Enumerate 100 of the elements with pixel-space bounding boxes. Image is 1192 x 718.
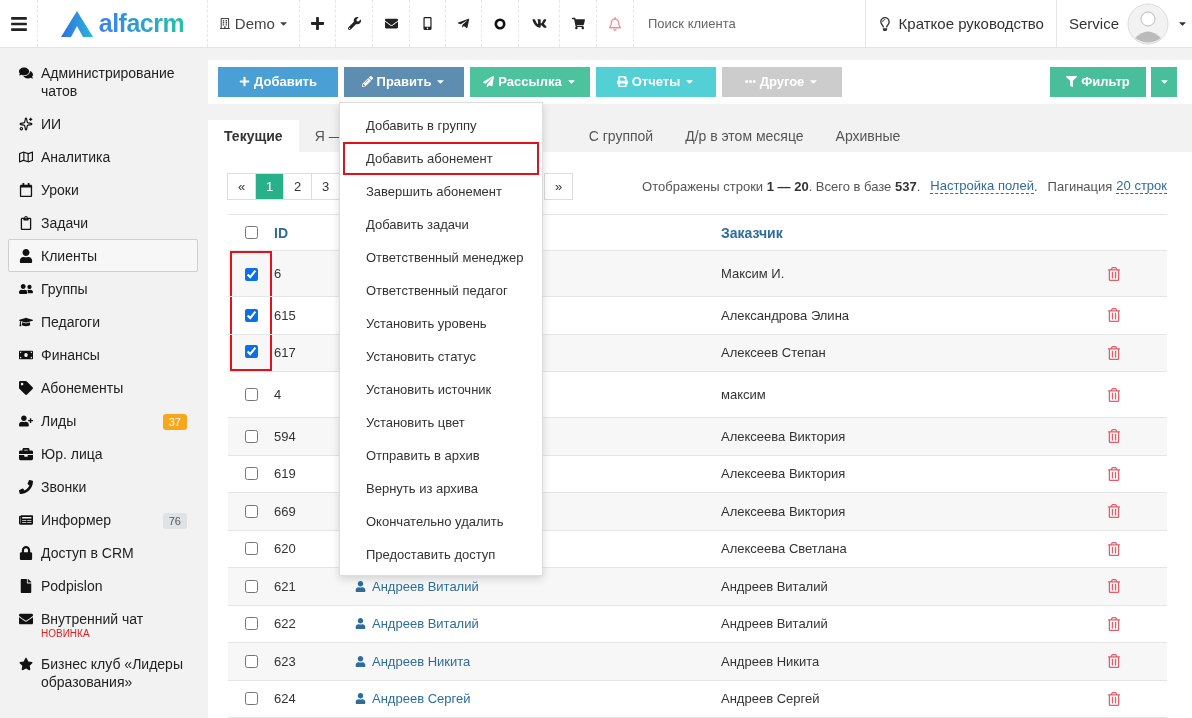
page-button[interactable]: » <box>544 172 573 200</box>
delete-button[interactable] <box>1107 308 1121 323</box>
menu-item[interactable]: Установить цвет <box>343 406 539 439</box>
sidebar-label: Педагоги <box>41 313 101 331</box>
sidebar-label: ИИ <box>41 115 63 133</box>
client-name-link[interactable]: Андреев Никита <box>355 653 471 669</box>
menu-item[interactable]: Установить уровень <box>343 307 539 340</box>
tab[interactable]: С группой <box>572 119 670 152</box>
delete-button[interactable] <box>1107 466 1121 481</box>
sidebar-item[interactable]: Клиенты <box>8 239 198 272</box>
delete-button[interactable] <box>1107 387 1121 402</box>
menu-item[interactable]: Окончательно удалить <box>343 505 539 538</box>
row-checkbox[interactable] <box>244 388 258 401</box>
column-header[interactable]: ID <box>274 224 288 241</box>
tab[interactable]: Текущие <box>208 119 299 152</box>
menu-item[interactable]: Ответственный педагог <box>343 274 539 307</box>
trash-icon <box>1107 387 1121 402</box>
sidebar-item[interactable]: Финансы <box>8 338 198 371</box>
delete-button[interactable] <box>1107 654 1121 669</box>
row-checkbox[interactable] <box>244 504 258 518</box>
customer-cell: Алексеева Виктория <box>721 428 846 444</box>
sidebar-item[interactable]: Задачи <box>8 206 198 239</box>
tab[interactable]: Д/р в этом месяце <box>669 119 820 152</box>
id-cell: 669 <box>274 503 296 519</box>
select-all-checkbox[interactable] <box>244 226 258 239</box>
menu-item-icon <box>19 379 35 397</box>
rows-per-page-link[interactable]: 20 строк <box>1116 178 1167 194</box>
count-badge: 37 <box>162 414 187 430</box>
customer-cell: Александрова Элина <box>721 307 850 323</box>
sidebar-item[interactable]: Администрирование чатов <box>8 56 198 107</box>
delete-button[interactable] <box>1107 541 1121 556</box>
sidebar-item[interactable]: Педагоги <box>8 305 198 338</box>
page-button[interactable]: 3 <box>311 172 340 200</box>
row-checkbox[interactable] <box>244 308 258 322</box>
delete-button[interactable] <box>1107 691 1121 706</box>
row-checkbox[interactable] <box>244 268 258 281</box>
user-menu[interactable]: Service <box>1056 0 1192 47</box>
row-checkbox[interactable] <box>244 542 258 556</box>
row-checkbox[interactable] <box>244 467 258 481</box>
sidebar-item[interactable]: Абонементы <box>8 371 198 404</box>
sidebar-item[interactable]: Podpislon <box>8 569 198 602</box>
menu-item[interactable]: Отправить в архив <box>343 439 539 472</box>
bell-icon <box>608 16 622 31</box>
row-checkbox[interactable] <box>244 345 258 359</box>
menu-item[interactable]: Установить статус <box>343 340 539 373</box>
sidebar-item[interactable]: Бизнес клуб «Лидеры образования» <box>8 647 198 698</box>
sidebar-item[interactable]: ИИ <box>8 107 198 140</box>
delete-button[interactable] <box>1107 616 1121 631</box>
menu-item[interactable]: Добавить в группу <box>343 109 539 142</box>
wrench-icon <box>347 17 361 30</box>
count-badge: 76 <box>162 513 187 529</box>
delete-button[interactable] <box>1107 579 1121 594</box>
filter-options-button[interactable] <box>1151 66 1177 97</box>
field-settings-link[interactable]: Настройка полей <box>930 178 1034 194</box>
row-checkbox[interactable] <box>244 692 258 706</box>
delete-button[interactable] <box>1107 266 1121 281</box>
sidebar-label: Задачи <box>41 214 89 232</box>
client-name-link[interactable]: Андреев Виталий <box>355 578 479 594</box>
menu-item[interactable]: Завершить абонемент <box>343 175 539 208</box>
tab[interactable]: Архивные <box>819 119 917 152</box>
row-checkbox[interactable] <box>244 429 258 443</box>
row-checkbox[interactable] <box>244 579 258 593</box>
menu-item-icon <box>19 115 35 133</box>
row-checkbox[interactable] <box>244 617 258 631</box>
menu-item[interactable]: Добавить задачи <box>343 208 539 241</box>
sidebar-item[interactable]: Звонки <box>8 470 198 503</box>
sidebar-item[interactable]: Юр. лица <box>8 437 198 470</box>
edit-button[interactable]: Править <box>344 66 464 97</box>
page-button[interactable]: « <box>227 172 256 200</box>
sidebar-item[interactable]: Аналитика <box>8 140 198 173</box>
menu-item[interactable]: Установить источник <box>343 373 539 406</box>
guide-link[interactable]: Краткое руководство <box>865 0 1057 47</box>
menu-item[interactable]: Вернуть из архива <box>343 472 539 505</box>
sidebar-item[interactable]: Лиды 37 <box>8 404 198 437</box>
sidebar-item[interactable]: Информер 76 <box>8 503 198 536</box>
new-label: НОВИНКА <box>41 628 91 640</box>
sidebar-item[interactable]: Уроки <box>8 173 198 206</box>
menu-item-icon <box>19 247 35 265</box>
client-name-link[interactable]: Андреев Сергей <box>355 691 471 707</box>
delete-button[interactable] <box>1107 345 1121 360</box>
client-name-link[interactable]: Андреев Виталий <box>355 616 479 632</box>
delete-button[interactable] <box>1107 504 1121 519</box>
delete-button[interactable] <box>1107 429 1121 444</box>
column-header[interactable]: Заказчик <box>721 224 783 241</box>
menu-item-icon <box>19 181 35 199</box>
trash-icon <box>1107 541 1121 556</box>
customer-cell: Алексеева Светлана <box>721 541 847 557</box>
sidebar-label: Бизнес клуб «Лидеры образования» <box>41 655 184 691</box>
menu-item[interactable]: Ответственный менеджер <box>343 241 539 274</box>
menu-item[interactable]: Предоставить доступ <box>343 538 539 571</box>
account-dropdown[interactable]: Demo <box>208 0 300 47</box>
envelope-icon <box>384 17 398 30</box>
period-text: . <box>1033 178 1038 194</box>
sidebar-item[interactable]: Внутренний чат НОВИНКА <box>8 602 198 647</box>
menu-item[interactable]: Добавить абонемент <box>343 142 539 175</box>
page-button[interactable]: 2 <box>283 172 312 200</box>
sidebar-item[interactable]: Доступ в CRM <box>8 536 198 569</box>
row-checkbox[interactable] <box>244 654 258 668</box>
sidebar-item[interactable]: Группы <box>8 272 198 305</box>
sidebar-label: Администрирование чатов <box>41 64 176 100</box>
